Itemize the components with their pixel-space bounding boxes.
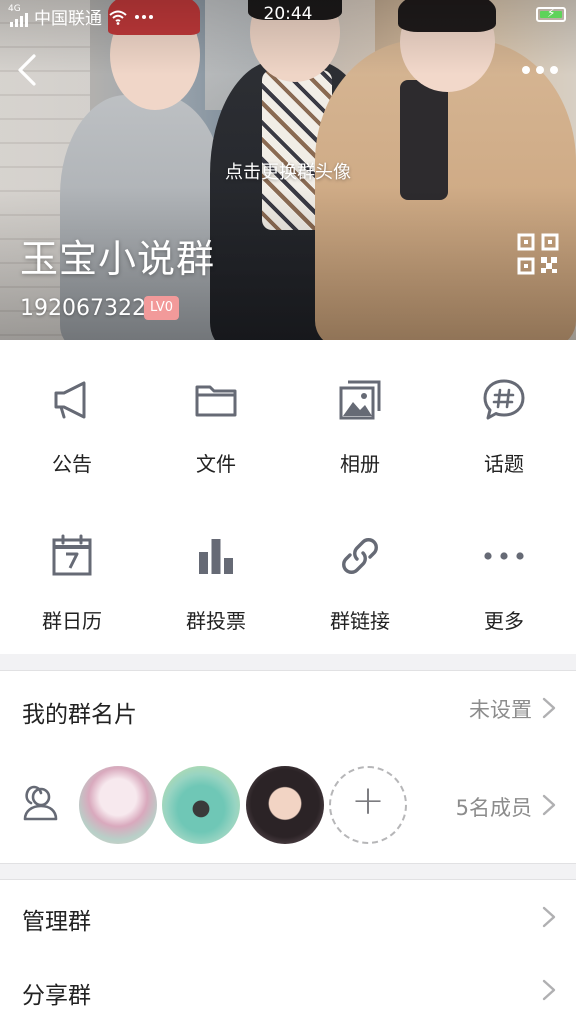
feature-label: 文件	[196, 452, 236, 476]
feature-label: 群链接	[330, 609, 390, 633]
member-avatar[interactable]	[246, 766, 324, 844]
my-group-card-value: 未设置	[469, 698, 532, 722]
link-icon	[342, 538, 378, 574]
feature-grid: 公告 文件 相册 话题 群日历 群投票 群链接 更多	[0, 340, 576, 654]
qr-code-icon[interactable]	[517, 233, 559, 275]
feature-link[interactable]: 群链接	[288, 497, 432, 654]
group-name: 玉宝小说群	[20, 237, 216, 281]
feature-files[interactable]: 文件	[144, 340, 288, 497]
folder-icon	[195, 385, 237, 417]
change-avatar-hint[interactable]: 点击更换群头像	[0, 158, 576, 184]
manage-group-title: 管理群	[22, 909, 91, 935]
battery-charging-icon: ⚡	[536, 6, 566, 22]
share-group-title: 分享群	[22, 983, 91, 1009]
chevron-right-icon	[542, 697, 556, 719]
back-icon[interactable]	[12, 52, 46, 88]
feature-label: 话题	[484, 452, 524, 476]
feature-notice[interactable]: 公告	[0, 340, 144, 497]
feature-label: 群投票	[186, 609, 246, 633]
more-dots-icon	[484, 552, 524, 560]
feature-label: 群日历	[42, 609, 102, 633]
chevron-right-icon	[542, 906, 556, 928]
status-bar: 4G 中国联通 20:44 ⚡	[0, 0, 576, 30]
album-icon	[339, 380, 381, 420]
level-badge: LV0	[144, 296, 179, 320]
feature-label: 公告	[52, 452, 92, 476]
feature-topic[interactable]: 话题	[432, 340, 576, 497]
feature-label: 更多	[484, 609, 524, 633]
group-id: 192067322	[20, 296, 146, 321]
manage-group-row[interactable]: 管理群	[0, 879, 576, 955]
my-group-card-title: 我的群名片	[22, 702, 137, 728]
feature-album[interactable]: 相册	[288, 340, 432, 497]
member-count: 5名成员	[455, 796, 532, 820]
status-time: 20:44	[263, 4, 313, 24]
megaphone-icon	[54, 381, 86, 419]
chevron-right-icon	[542, 979, 556, 1001]
share-group-row[interactable]: 分享群	[0, 954, 576, 1024]
topic-icon	[483, 379, 525, 420]
more-icon[interactable]	[520, 58, 560, 82]
group-profile-page: 4G 中国联通 20:44 ⚡ 点击更换群头像 玉宝小说群 192067322 …	[0, 0, 576, 1024]
add-member-button[interactable]: +	[329, 766, 407, 844]
vote-icon	[199, 539, 233, 574]
feature-calendar[interactable]: 群日历	[0, 497, 144, 654]
feature-label: 相册	[340, 452, 380, 476]
member-avatar[interactable]	[79, 766, 157, 844]
chevron-right-icon	[542, 794, 556, 816]
members-row[interactable]: + 5名成员	[0, 746, 576, 864]
feature-more[interactable]: 更多	[432, 497, 576, 654]
member-avatar[interactable]	[162, 766, 240, 844]
calendar-icon	[52, 534, 92, 576]
my-group-card-row[interactable]: 我的群名片 未设置	[0, 670, 576, 747]
feature-vote[interactable]: 群投票	[144, 497, 288, 654]
members-icon	[23, 785, 58, 821]
add-icon: +	[351, 778, 385, 824]
